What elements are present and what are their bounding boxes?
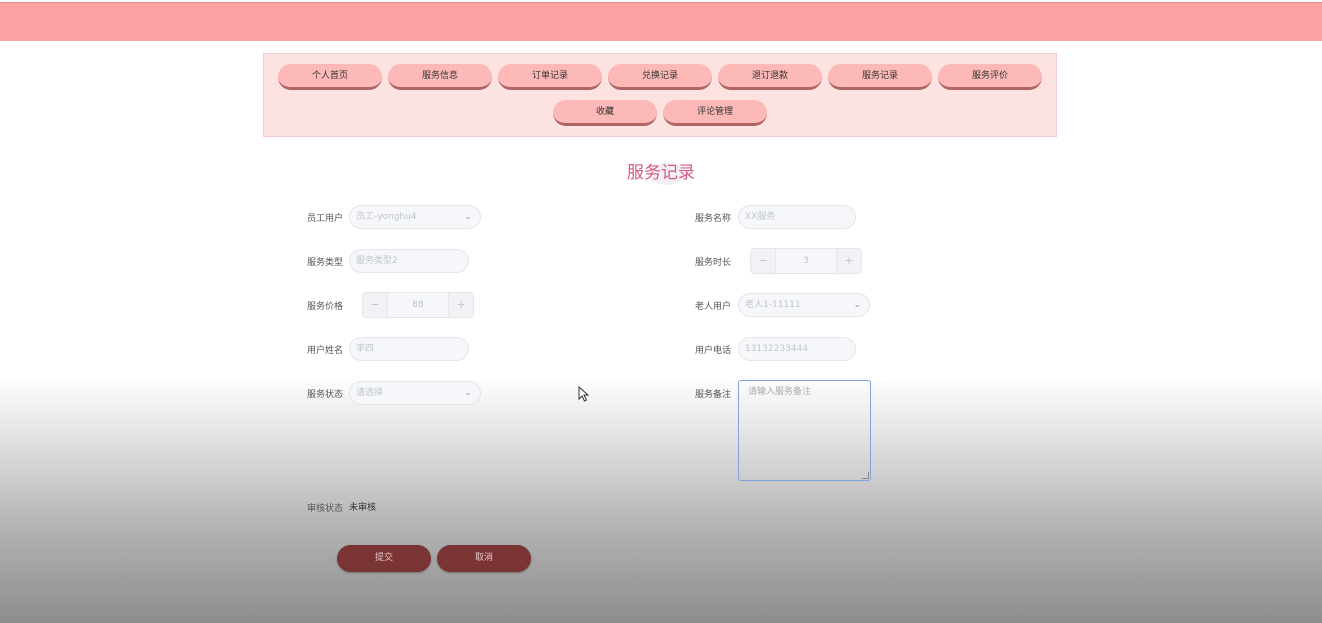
elder-user-select[interactable]: 老人1-11111 ⌄ bbox=[738, 293, 870, 317]
user-name-label: 用户姓名 bbox=[307, 346, 344, 356]
chevron-down-icon: ⌄ bbox=[464, 212, 472, 222]
service-type-placeholder: 服务类型2 bbox=[356, 256, 398, 266]
submit-button[interactable]: 提交 bbox=[337, 545, 431, 572]
user-phone-input[interactable]: 13132233444 bbox=[738, 337, 856, 361]
nav-item-personal-home[interactable]: 个人首页 bbox=[278, 64, 382, 90]
chevron-down-icon: ⌄ bbox=[464, 388, 472, 398]
employee-user-select[interactable]: 员工-yonghu4 ⌄ bbox=[349, 205, 481, 229]
user-name-placeholder: 李四 bbox=[356, 344, 375, 354]
service-note-placeholder: 请输入服务备注 bbox=[748, 387, 812, 397]
user-phone-label: 用户电话 bbox=[695, 346, 732, 356]
service-price-stepper[interactable]: − 88 + bbox=[362, 292, 474, 318]
employee-user-label: 员工用户 bbox=[307, 214, 344, 224]
service-duration-label: 服务时长 bbox=[695, 258, 732, 268]
service-type-input[interactable]: 服务类型2 bbox=[349, 249, 469, 273]
nav-item-favorites[interactable]: 收藏 bbox=[553, 100, 657, 126]
elder-user-value: 老人1-11111 bbox=[745, 300, 801, 310]
service-type-label: 服务类型 bbox=[307, 258, 344, 268]
mouse-pointer-icon bbox=[578, 386, 590, 402]
plus-icon[interactable]: + bbox=[449, 293, 473, 317]
nav-item-service-reviews[interactable]: 服务评价 bbox=[938, 64, 1042, 90]
service-note-textarea[interactable]: 请输入服务备注 bbox=[738, 380, 871, 481]
nav-item-exchange-records[interactable]: 兑换记录 bbox=[608, 64, 712, 90]
service-status-label: 服务状态 bbox=[307, 390, 344, 400]
plus-icon[interactable]: + bbox=[837, 249, 861, 273]
service-name-label: 服务名称 bbox=[695, 214, 732, 224]
user-phone-placeholder: 13132233444 bbox=[745, 344, 808, 354]
resize-handle-icon[interactable] bbox=[862, 472, 869, 479]
service-price-label: 服务价格 bbox=[307, 302, 344, 312]
top-bar bbox=[0, 2, 1322, 41]
service-status-select[interactable]: 请选择 ⌄ bbox=[349, 381, 481, 405]
user-name-input[interactable]: 李四 bbox=[349, 337, 469, 361]
nav-item-order-records[interactable]: 订单记录 bbox=[498, 64, 602, 90]
nav-item-comment-management[interactable]: 评论管理 bbox=[663, 100, 767, 126]
minus-icon[interactable]: − bbox=[363, 293, 387, 317]
elder-user-label: 老人用户 bbox=[695, 302, 732, 312]
minus-icon[interactable]: − bbox=[751, 249, 775, 273]
review-status-label: 审核状态 bbox=[307, 504, 344, 514]
service-duration-stepper[interactable]: − 3 + bbox=[750, 248, 862, 274]
review-status-value: 未审核 bbox=[349, 503, 377, 513]
nav-item-service-info[interactable]: 服务信息 bbox=[388, 64, 492, 90]
page-title: 服务记录 bbox=[627, 163, 695, 183]
service-note-label: 服务备注 bbox=[695, 390, 732, 400]
nav-item-service-records[interactable]: 服务记录 bbox=[828, 64, 932, 90]
service-status-placeholder: 请选择 bbox=[356, 388, 384, 398]
service-name-placeholder: XX服务 bbox=[745, 212, 776, 222]
chevron-down-icon: ⌄ bbox=[853, 300, 861, 310]
service-name-input[interactable]: XX服务 bbox=[738, 205, 856, 229]
employee-user-value: 员工-yonghu4 bbox=[356, 212, 417, 222]
service-price-value[interactable]: 88 bbox=[387, 293, 449, 317]
service-duration-value[interactable]: 3 bbox=[775, 249, 837, 273]
cancel-button[interactable]: 取消 bbox=[437, 545, 531, 572]
nav-item-refunds[interactable]: 退订退款 bbox=[718, 64, 822, 90]
